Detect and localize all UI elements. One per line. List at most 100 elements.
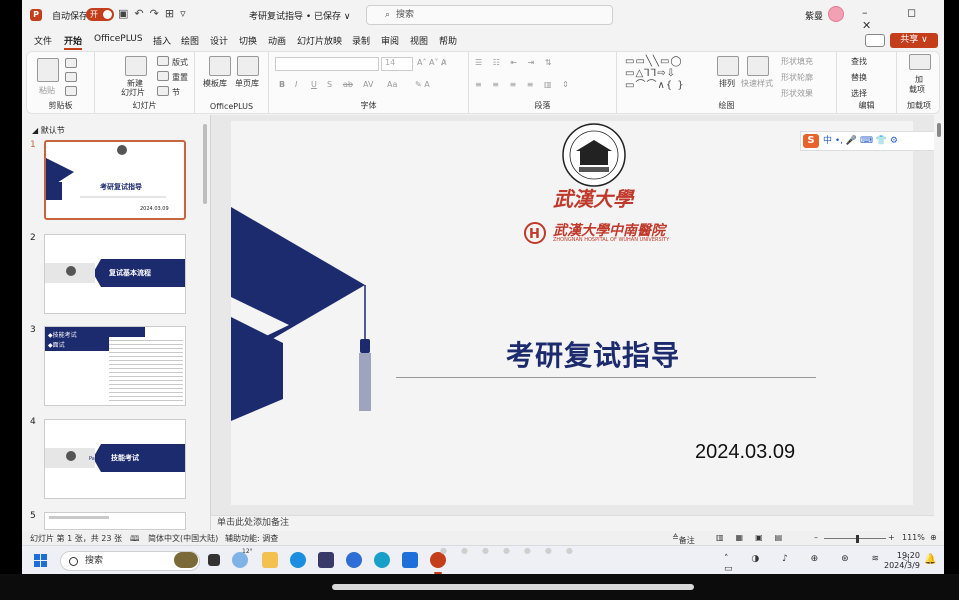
search-box[interactable]: ⌕ 搜索 <box>366 5 613 25</box>
ime-toolbar[interactable]: S 中 •, 🎤 ⌨ 👕 ⚙ <box>800 131 940 151</box>
home-indicator[interactable] <box>332 584 694 590</box>
notes-toggle[interactable]: ≙ 备注 <box>672 533 695 545</box>
autosave-toggle[interactable]: 开 <box>86 8 114 21</box>
sogou-ime-icon[interactable]: S <box>803 134 819 148</box>
shape-outline-button[interactable]: 形状轮廓 <box>781 72 813 83</box>
language-indicator[interactable]: 简体中文(中国大陆) <box>148 533 218 544</box>
slide-canvas[interactable]: 武漢大學 H 武漢大學中南醫院 ZHONGNAN HOSPITAL OF WUH… <box>231 121 913 505</box>
zoom-in-button[interactable]: + <box>888 533 895 542</box>
quick-styles-icon[interactable] <box>747 56 769 76</box>
slide-date[interactable]: 2024.03.09 <box>695 441 795 464</box>
task-view-icon[interactable] <box>208 554 220 566</box>
underline-button[interactable]: U <box>311 80 317 89</box>
tab-file[interactable]: 文件 <box>34 34 52 47</box>
slide-thumbnail-5[interactable] <box>44 512 186 530</box>
tab-review[interactable]: 审阅 <box>381 34 399 47</box>
tab-help[interactable]: 帮助 <box>439 34 457 47</box>
section-header[interactable]: ◢ 默认节 <box>32 125 65 136</box>
shapes-gallery[interactable]: ▭▭╲╲▭◯ ▭△⅂⅂⇨⇩ ▭⌒⌒∧{ } <box>625 56 711 96</box>
bold-button[interactable]: B <box>279 80 285 89</box>
present-icon[interactable]: ⊞ <box>165 7 180 20</box>
reset-icon[interactable] <box>157 71 169 81</box>
file-explorer-icon[interactable] <box>262 552 278 568</box>
paste-icon[interactable] <box>37 58 59 82</box>
tab-slideshow[interactable]: 幻灯片放映 <box>297 34 342 47</box>
highlight-color-icon[interactable]: ✎ A <box>415 80 430 89</box>
tab-officeplus[interactable]: OfficePLUS <box>94 34 143 44</box>
arrange-icon[interactable] <box>717 56 739 76</box>
shape-fill-button[interactable]: 形状填充 <box>781 56 813 67</box>
paste-button[interactable]: 粘贴 <box>39 85 55 96</box>
tab-record[interactable]: 录制 <box>352 34 370 47</box>
canvas-scrollbar[interactable] <box>934 115 944 530</box>
layout-icon[interactable] <box>157 56 169 66</box>
single-page-icon[interactable] <box>237 56 259 76</box>
zoom-out-button[interactable]: – <box>814 533 818 542</box>
align-buttons[interactable]: ≡ ≡ ≡ ≡ ▥ ⇕ <box>475 80 573 89</box>
meeting-app-icon[interactable] <box>402 552 418 568</box>
tab-draw[interactable]: 绘图 <box>181 34 199 47</box>
save-icon[interactable]: ▣ <box>118 7 134 20</box>
undo-icon[interactable]: ↶ <box>134 7 149 20</box>
shape-effects-button[interactable]: 形状效果 <box>781 88 813 99</box>
format-painter-icon[interactable] <box>65 86 77 96</box>
accessibility-status[interactable]: 辅助功能: 调查 <box>225 533 278 544</box>
template-library-icon[interactable] <box>209 56 231 76</box>
weather-icon[interactable]: 12° <box>232 548 253 568</box>
tab-design[interactable]: 设计 <box>210 34 228 47</box>
chevron-down-icon[interactable]: ▿ <box>180 7 192 20</box>
zoom-slider-thumb[interactable] <box>856 535 859 543</box>
reset-button[interactable]: 重置 <box>172 72 188 83</box>
avatar[interactable] <box>828 6 844 22</box>
slide-thumbnail-1[interactable]: 考研复试指导 2024.03.09 <box>44 140 186 220</box>
quick-styles-button[interactable]: 快速样式 <box>741 78 773 89</box>
list-buttons[interactable]: ☰ ☷ ⇤ ⇥ ⇅ <box>475 58 556 67</box>
tab-home[interactable]: 开始 <box>64 34 83 50</box>
tab-animations[interactable]: 动画 <box>268 34 286 47</box>
tab-insert[interactable]: 插入 <box>153 34 171 47</box>
replace-button[interactable]: 替换 <box>851 72 867 83</box>
font-size-dropdown[interactable]: 14 <box>381 57 413 71</box>
font-name-dropdown[interactable] <box>275 57 379 71</box>
change-case-button[interactable]: Aa <box>387 80 397 89</box>
browser-icon[interactable] <box>374 552 390 568</box>
cut-icon[interactable] <box>65 58 77 68</box>
quick-access-toolbar[interactable]: ▣↶↷⊞▿ <box>118 7 192 20</box>
addins-button-line2[interactable]: 载项 <box>909 84 925 95</box>
select-button[interactable]: 选择 <box>851 88 867 99</box>
slide-title[interactable]: 考研复试指导 <box>506 334 680 374</box>
slide-thumbnail-3[interactable]: ◆技能考试 ◆面试 <box>44 326 186 406</box>
scroll-thumb[interactable] <box>937 123 941 137</box>
section-icon[interactable] <box>157 86 169 96</box>
italic-button[interactable]: I <box>295 80 297 89</box>
zoom-level[interactable]: 111% <box>902 533 925 542</box>
find-button[interactable]: 查找 <box>851 56 867 67</box>
addins-icon[interactable] <box>909 54 931 70</box>
notification-icon[interactable]: 🔔 <box>924 554 936 565</box>
start-button[interactable] <box>34 554 48 568</box>
shadow-button[interactable]: S <box>327 80 332 89</box>
app-icon[interactable] <box>346 552 362 568</box>
view-buttons[interactable]: ▥▦▣▤ <box>716 533 794 542</box>
slide-thumbnail-2[interactable]: 复试基本流程 <box>44 234 186 314</box>
tab-view[interactable]: 视图 <box>410 34 428 47</box>
comment-button[interactable] <box>865 34 885 47</box>
char-spacing-button[interactable]: AV <box>363 80 373 89</box>
user-name[interactable]: 紫曼 <box>805 9 823 22</box>
slide-counter[interactable]: 幻灯片 第 1 张，共 23 张 <box>30 533 122 544</box>
zoom-slider-track[interactable] <box>824 538 886 539</box>
share-button[interactable]: 共享 ∨ <box>890 33 938 48</box>
new-slide-button-line2[interactable]: 幻灯片 <box>121 87 145 98</box>
edge-icon[interactable] <box>290 552 306 568</box>
slide-thumbnail-4[interactable]: Part 1 技能考试 <box>44 419 186 499</box>
fit-slide-icon[interactable]: ⊕ <box>930 533 937 542</box>
ime-mode-buttons[interactable]: 中 •, 🎤 ⌨ 👕 ⚙ <box>823 136 898 146</box>
redo-icon[interactable]: ↷ <box>150 7 165 20</box>
thumbnail-scrollbar[interactable] <box>203 124 207 204</box>
tab-transitions[interactable]: 切换 <box>239 34 257 47</box>
taskbar-clock[interactable]: 19:20 2024/3/9 <box>884 551 920 571</box>
template-library-button[interactable]: 模板库 <box>203 78 227 89</box>
notes-pane[interactable]: 单击此处添加备注 <box>211 515 934 530</box>
strikethrough-button[interactable]: ab <box>343 80 353 89</box>
window-controls[interactable]: – ◻ ✕ <box>862 6 944 32</box>
